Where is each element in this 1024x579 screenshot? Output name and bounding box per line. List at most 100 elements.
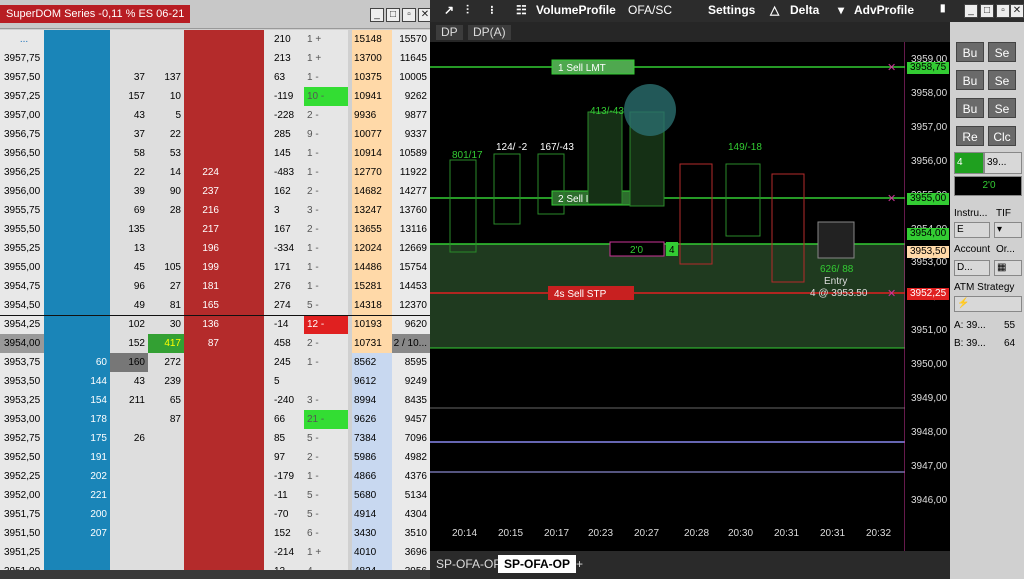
- bid-cell[interactable]: [44, 372, 74, 391]
- bid-size-cell[interactable]: [74, 87, 110, 106]
- bid-cell[interactable]: [44, 220, 74, 239]
- ask-cell[interactable]: [222, 391, 264, 410]
- ask-cell[interactable]: [222, 239, 264, 258]
- table-row[interactable]: 3954,25 102 30 136 -14 12 -10193 9620: [0, 315, 430, 334]
- close-position-button[interactable]: Clc: [988, 126, 1016, 146]
- bid-cell[interactable]: [44, 144, 74, 163]
- ask-size-cell[interactable]: [184, 505, 222, 524]
- ask-cell[interactable]: [222, 486, 264, 505]
- ask-cell[interactable]: [222, 182, 264, 201]
- settings-button[interactable]: Settings: [708, 3, 755, 17]
- bid-size-cell[interactable]: [74, 315, 110, 334]
- price-cell[interactable]: 3955,50: [0, 220, 44, 239]
- ask-size-cell[interactable]: [184, 524, 222, 543]
- order-grid-icon[interactable]: ▦: [994, 260, 1022, 276]
- ask-cell[interactable]: [222, 315, 264, 334]
- price-cell[interactable]: 3954,25: [0, 315, 44, 334]
- tab-dp[interactable]: DP: [436, 25, 463, 40]
- chart-type-icon[interactable]: ⫶: [466, 3, 469, 18]
- ask-size-cell[interactable]: [184, 144, 222, 163]
- price-cell[interactable]: 3952,25: [0, 467, 44, 486]
- table-row[interactable]: 3957,00 43 5 -228 2 -9936 9877: [0, 106, 430, 125]
- table-row[interactable]: 3954,00 152 417 87 458 2 -10731 2 / 10...: [0, 334, 430, 353]
- ask-cell[interactable]: [222, 277, 264, 296]
- ask-size-cell[interactable]: 224: [184, 163, 222, 182]
- bid-cell[interactable]: [44, 182, 74, 201]
- ask-cell[interactable]: [222, 524, 264, 543]
- table-row[interactable]: 3952,50 191 97 2 -5986 4982: [0, 448, 430, 467]
- table-row[interactable]: 3952,00 221 -11 5 -5680 5134: [0, 486, 430, 505]
- price-cell[interactable]: 3953,50: [0, 372, 44, 391]
- bid-size-cell[interactable]: 144: [74, 372, 110, 391]
- price-cell[interactable]: 3956,50: [0, 144, 44, 163]
- ask-cell[interactable]: [222, 49, 264, 68]
- ask-size-cell[interactable]: 87: [184, 334, 222, 353]
- table-row[interactable]: 3951,25 -214 1 +4010 3696: [0, 543, 430, 562]
- bid-size-cell[interactable]: [74, 258, 110, 277]
- bid-cell[interactable]: [44, 87, 74, 106]
- bid-size-cell[interactable]: [74, 334, 110, 353]
- ask-size-cell[interactable]: [184, 68, 222, 87]
- strategy-icon[interactable]: ☷: [516, 3, 527, 17]
- sell-bid-button[interactable]: Se: [988, 42, 1016, 62]
- tab-sp-ofa-op-2[interactable]: SP-OFA-OP: [498, 555, 577, 573]
- bid-size-cell[interactable]: [74, 182, 110, 201]
- drawing-tool-icon[interactable]: ↗: [444, 3, 454, 17]
- bid-cell[interactable]: [44, 334, 74, 353]
- price-cell[interactable]: 3954,50: [0, 296, 44, 315]
- adv-profile-button[interactable]: AdvProfile: [854, 3, 914, 17]
- bid-cell[interactable]: [44, 201, 74, 220]
- table-row[interactable]: 3957,50 37 137 63 1 -10375 10005: [0, 68, 430, 87]
- ask-cell[interactable]: [222, 410, 264, 429]
- ask-cell[interactable]: [222, 353, 264, 372]
- price-cell[interactable]: 3952,50: [0, 448, 44, 467]
- bid-cell[interactable]: [44, 125, 74, 144]
- restore-icon[interactable]: ▫: [402, 8, 416, 22]
- table-row[interactable]: 3952,75 175 26 85 5 -7384 7096: [0, 429, 430, 448]
- ask-size-cell[interactable]: [184, 410, 222, 429]
- ask-size-cell[interactable]: 216: [184, 201, 222, 220]
- price-cell[interactable]: 3955,25: [0, 239, 44, 258]
- ask-size-cell[interactable]: 237: [184, 182, 222, 201]
- price-cell[interactable]: 3955,00: [0, 258, 44, 277]
- table-row[interactable]: 3956,00 39 90 237 162 2 -14682 14277: [0, 182, 430, 201]
- table-row[interactable]: 3953,50 144 43 239 5 9612 9249: [0, 372, 430, 391]
- chart-minimize-icon[interactable]: _: [964, 4, 978, 18]
- instrument-select[interactable]: E: [954, 222, 990, 238]
- table-row[interactable]: 3951,50 207 152 6 -3430 3510: [0, 524, 430, 543]
- table-row[interactable]: 3954,50 49 81 165 274 5 -14318 12370: [0, 296, 430, 315]
- ask-size-cell[interactable]: [184, 448, 222, 467]
- chart-close-icon[interactable]: ✕: [1010, 4, 1024, 18]
- account-select[interactable]: D...: [954, 260, 990, 276]
- ask-cell[interactable]: [222, 163, 264, 182]
- ask-size-cell[interactable]: [184, 87, 222, 106]
- ask-cell[interactable]: [222, 106, 264, 125]
- table-row[interactable]: 3955,50 135 217 167 2 -13655 13116: [0, 220, 430, 239]
- price-cell[interactable]: 3955,75: [0, 201, 44, 220]
- price-cell[interactable]: 3953,25: [0, 391, 44, 410]
- bid-size-cell[interactable]: 175: [74, 429, 110, 448]
- bid-size-cell[interactable]: [74, 125, 110, 144]
- ask-size-cell[interactable]: [184, 353, 222, 372]
- price-cell[interactable]: 3956,00: [0, 182, 44, 201]
- ask-size-cell[interactable]: 217: [184, 220, 222, 239]
- bid-size-cell[interactable]: [74, 163, 110, 182]
- ask-size-cell[interactable]: [184, 429, 222, 448]
- ask-size-cell[interactable]: 196: [184, 239, 222, 258]
- price-cell[interactable]: 3957,75: [0, 49, 44, 68]
- price-cell[interactable]: 3957,25: [0, 87, 44, 106]
- bid-size-cell[interactable]: 221: [74, 486, 110, 505]
- ask-cell[interactable]: [222, 334, 264, 353]
- ask-cell[interactable]: [222, 87, 264, 106]
- table-row[interactable]: 3952,25 202 -179 1 -4866 4376: [0, 467, 430, 486]
- ask-cell[interactable]: [222, 144, 264, 163]
- bid-size-cell[interactable]: [74, 68, 110, 87]
- bid-size-cell[interactable]: [74, 239, 110, 258]
- ask-cell[interactable]: [222, 220, 264, 239]
- bid-cell[interactable]: [44, 258, 74, 277]
- price-cell[interactable]: 3951,50: [0, 524, 44, 543]
- table-row[interactable]: 3955,25 13 196 -334 1 -12024 12669: [0, 239, 430, 258]
- bid-size-cell[interactable]: [74, 277, 110, 296]
- ask-cell[interactable]: [222, 68, 264, 87]
- bid-size-cell[interactable]: 200: [74, 505, 110, 524]
